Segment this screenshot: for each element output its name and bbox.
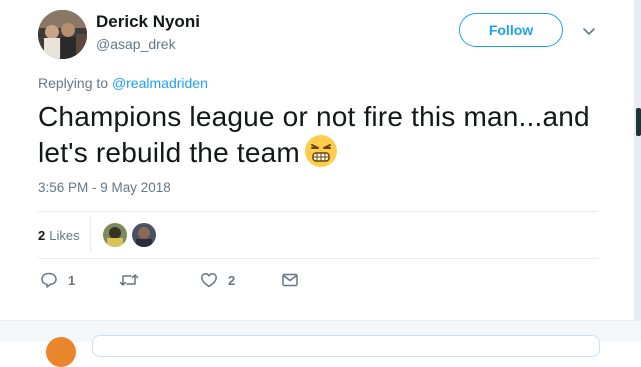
author-avatar[interactable]: [38, 10, 87, 59]
like-count: 2: [228, 272, 236, 288]
page-edge-marker: [636, 108, 641, 136]
message-icon: [282, 273, 298, 287]
tweet-text: Champions league or not fire this man...…: [38, 100, 598, 176]
liker-avatar[interactable]: [103, 223, 127, 247]
follow-button[interactable]: Follow: [459, 13, 563, 47]
divider-top: [38, 211, 598, 212]
heart-icon: [201, 272, 217, 288]
likes-summary[interactable]: 2 Likes: [38, 222, 80, 248]
divider-bottom: [38, 258, 598, 259]
likes-count: 2: [38, 227, 46, 243]
likes-label: Likes: [49, 227, 80, 243]
reply-action[interactable]: 1: [40, 271, 75, 289]
liker-avatar[interactable]: [132, 223, 156, 247]
reply-count: 1: [68, 272, 76, 288]
current-user-avatar: [46, 337, 76, 367]
replying-to: Replying to @realmadriden: [38, 75, 208, 91]
replying-to-label: Replying to: [38, 75, 112, 91]
reply-compose-input[interactable]: [92, 335, 600, 357]
persevering-face-emoji: [304, 134, 338, 176]
retweet-action[interactable]: [119, 271, 149, 289]
like-action[interactable]: 2: [200, 271, 235, 289]
page-edge: [634, 0, 641, 341]
author-name[interactable]: Derick Nyoni: [96, 12, 200, 32]
direct-message-action[interactable]: [281, 271, 299, 289]
reply-mention-link[interactable]: @realmadriden: [112, 75, 208, 91]
chevron-down-icon[interactable]: [582, 24, 596, 38]
likes-separator: [90, 216, 91, 252]
author-handle[interactable]: @asap_drek: [96, 36, 176, 52]
retweet-icon: [119, 274, 139, 286]
tweet-timestamp[interactable]: 3:56 PM - 9 May 2018: [38, 180, 171, 195]
reply-icon: [41, 272, 57, 288]
